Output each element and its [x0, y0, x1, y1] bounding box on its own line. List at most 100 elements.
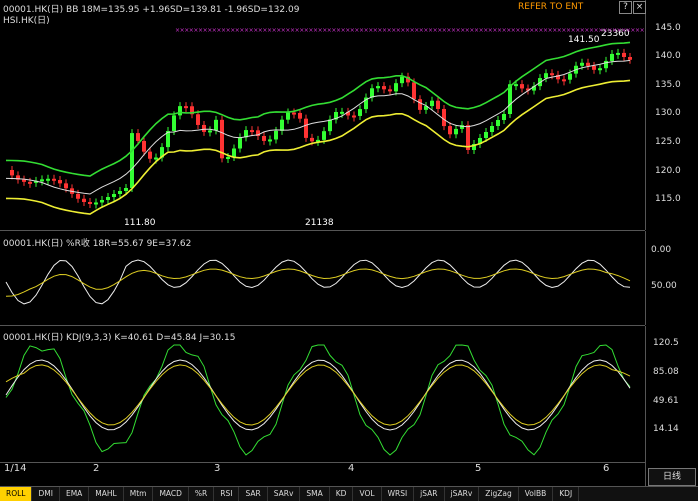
candle-body — [358, 109, 362, 116]
williams-r-signal-line — [5, 268, 631, 297]
candle-body — [82, 198, 86, 202]
candle-body — [268, 139, 272, 142]
tab-mtm[interactable]: Mtm — [124, 487, 154, 501]
price-tick: 115.0 — [655, 194, 681, 204]
candle-body — [436, 100, 440, 109]
candle-body — [148, 151, 152, 159]
candle-body — [628, 57, 632, 60]
kdj-tick: 85.08 — [653, 367, 679, 377]
tab-wrsi[interactable]: WRSI — [382, 487, 415, 501]
candle-body — [136, 133, 140, 141]
candle-body — [496, 120, 500, 126]
candle-body — [448, 126, 452, 135]
candle-body — [238, 137, 242, 149]
tab-r[interactable]: %R — [189, 487, 215, 501]
candle-body — [484, 132, 488, 138]
kdj-j-line — [5, 344, 631, 456]
candle-body — [46, 178, 50, 181]
price-tick: 145.0 — [655, 23, 681, 33]
bb-lower-line — [5, 79, 631, 215]
candle-body — [430, 100, 434, 107]
candle-body — [520, 84, 524, 89]
candle-body — [580, 62, 584, 66]
candle-body — [616, 52, 620, 55]
candle-body — [100, 200, 104, 203]
candle-body — [52, 178, 56, 181]
candle-body — [292, 112, 296, 115]
candle-body — [544, 73, 548, 79]
tab-ema[interactable]: EMA — [60, 487, 90, 501]
candle-body — [412, 82, 416, 100]
candle-body — [376, 86, 380, 89]
price-tick: 135.0 — [655, 80, 681, 90]
candle-body — [550, 73, 554, 76]
candle-body — [592, 65, 596, 70]
candle-body — [622, 52, 626, 58]
tab-zigzag[interactable]: ZigZag — [479, 487, 519, 501]
tab-roll[interactable]: ROLL — [0, 487, 33, 501]
bb-middle-line — [5, 59, 631, 195]
timeframe-selector[interactable]: 日线 — [648, 468, 696, 486]
candle-body — [352, 115, 356, 118]
candle-body — [196, 114, 200, 125]
tab-sma[interactable]: SMA — [300, 487, 330, 501]
candle-body — [10, 170, 14, 176]
tab-rsi[interactable]: RSI — [214, 487, 240, 501]
candle-body — [154, 157, 158, 160]
candle-body — [142, 140, 146, 152]
candle-body — [208, 130, 212, 133]
williams-r-tick: 0.00 — [651, 245, 672, 255]
candle-body — [88, 201, 92, 204]
tab-kdj[interactable]: KDJ — [553, 487, 580, 501]
price-tick: 130.0 — [655, 108, 681, 118]
marker-cross: × — [640, 27, 645, 34]
tab-sarv[interactable]: SARv — [268, 487, 301, 501]
candle-body — [298, 112, 302, 119]
candle-body — [382, 86, 386, 90]
candle-body — [322, 131, 326, 140]
tab-volbb[interactable]: VolBB — [519, 487, 554, 501]
kdj-tick: 120.5 — [653, 338, 679, 348]
candle-body — [106, 197, 110, 200]
tab-vol[interactable]: VOL — [353, 487, 382, 501]
tab-kd[interactable]: KD — [330, 487, 354, 501]
williams-r-line — [5, 259, 631, 305]
candle-body — [226, 157, 230, 160]
tab-jsar[interactable]: jSAR — [414, 487, 445, 501]
indicator-tab-bar: ROLL DMI EMA MAHL Mtm MACD %R RSI SAR SARv SMA KD VO… — [0, 486, 698, 501]
candle-body — [130, 133, 134, 188]
candle-body — [202, 124, 206, 132]
tab-dmi[interactable]: DMI — [32, 487, 60, 501]
candle-body — [502, 114, 506, 120]
tab-jsarv[interactable]: jSARv — [445, 487, 480, 501]
candle-body — [394, 83, 398, 92]
candle-body — [598, 68, 602, 71]
candle-body — [604, 60, 608, 69]
tab-mahl[interactable]: MAHL — [89, 487, 124, 501]
candle-body — [340, 111, 344, 114]
candle-body — [40, 179, 44, 182]
williams-r-tick: 50.00 — [651, 281, 677, 291]
candle-body — [22, 179, 26, 182]
kdj-tick: 14.14 — [653, 424, 679, 434]
tab-macd[interactable]: MACD — [153, 487, 189, 501]
candle-body — [172, 115, 176, 131]
candle-body — [490, 126, 494, 132]
candle-body — [304, 118, 308, 138]
candle-body — [610, 53, 614, 61]
bb-upper-line — [5, 41, 631, 177]
tab-sar[interactable]: SAR — [239, 487, 268, 501]
price-tick: 120.0 — [655, 166, 681, 176]
candle-body — [562, 79, 566, 82]
kdj-axis — [645, 326, 698, 486]
candle-body — [418, 99, 422, 110]
candle-body — [262, 136, 266, 141]
candle-body — [58, 180, 62, 184]
chart-canvas: × × × × × × × × × × × × × × × × × × × × × × × × × × × × × × × × × × × × × × × ×… — [5, 27, 645, 456]
candle-body — [388, 89, 392, 92]
candle-body — [454, 128, 458, 135]
kdj-d-line — [5, 364, 631, 426]
kdj-tick: 49.61 — [653, 396, 679, 406]
candle-body — [64, 183, 68, 189]
candle-body — [178, 106, 182, 116]
